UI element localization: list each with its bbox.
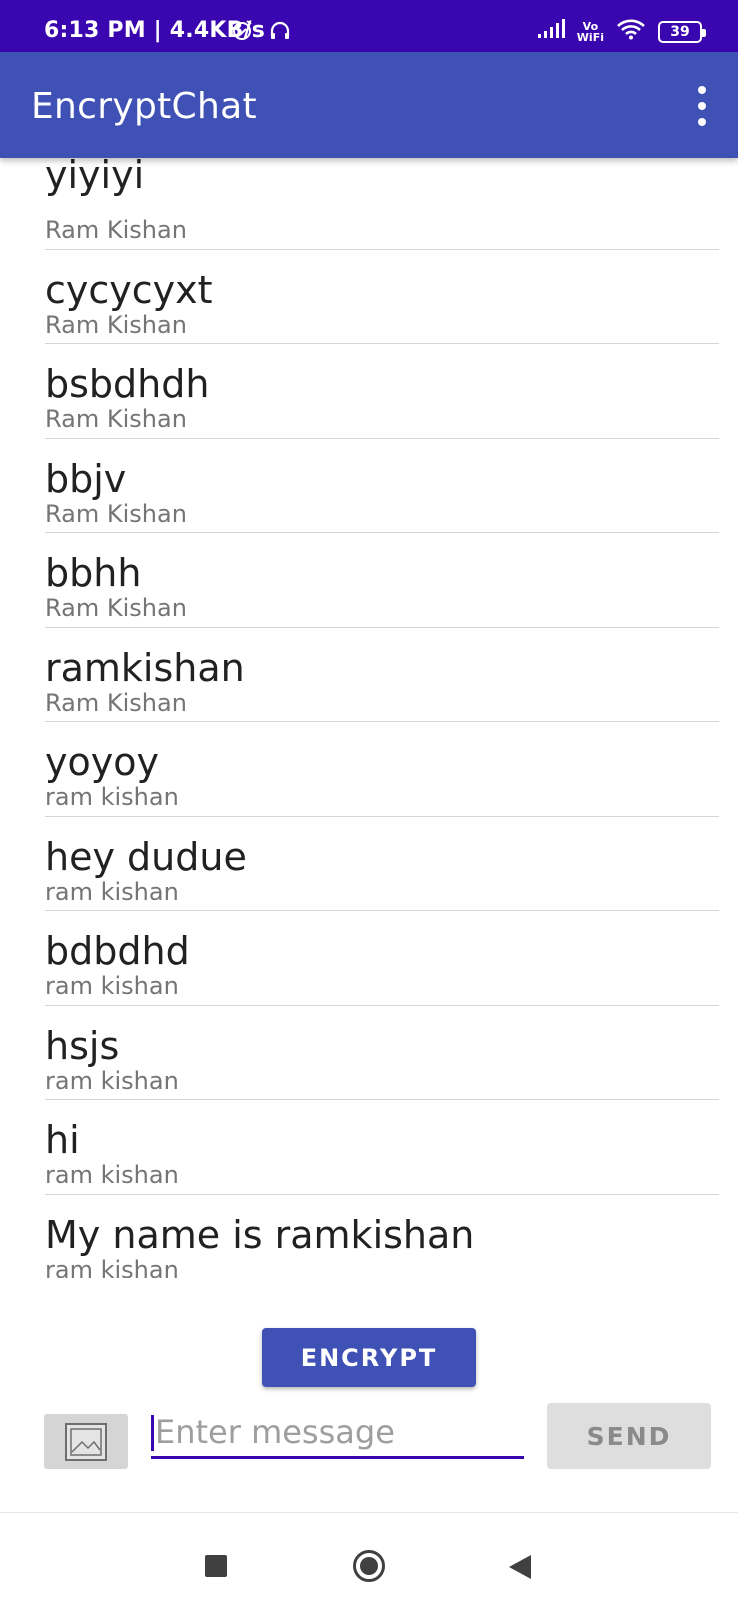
message-author: Ram Kishan [45, 594, 187, 622]
message-text: bbhh [45, 551, 142, 595]
battery-level: 39 [670, 23, 690, 40]
list-item[interactable]: yoyoy ram kishan [45, 722, 719, 817]
message-author: Ram Kishan [45, 688, 187, 717]
status-bar: 6:13 PM | 4.4KB/s Vo WiFi 39 [0, 0, 738, 52]
message-author: ram kishan [45, 1255, 179, 1279]
recents-icon[interactable] [205, 1555, 227, 1577]
headphones-icon [268, 18, 292, 47]
battery-icon: 39 [658, 20, 706, 43]
message-text: bdbdhd [45, 929, 190, 973]
message-text: yoyoy [45, 740, 159, 784]
app-title: EncryptChat [31, 86, 257, 127]
vowifi-bottom-label: WiFi [576, 30, 604, 44]
message-text: cycycyxt [45, 267, 213, 312]
status-left-icons [232, 19, 290, 45]
message-author: ram kishan [45, 1066, 179, 1095]
message-author: Ram Kishan [45, 216, 187, 244]
list-item[interactable]: bdbdhd ram kishan [45, 911, 719, 1006]
message-author: ram kishan [45, 877, 179, 906]
more-vert-icon[interactable] [694, 86, 710, 126]
message-author: ram kishan [45, 1161, 179, 1189]
list-item[interactable]: hsjs ram kishan [45, 1006, 719, 1100]
message-list[interactable]: yiyiyi Ram Kishan cycycyxt Ram Kishan bs… [0, 158, 738, 1278]
list-item[interactable]: bbjv Ram Kishan [45, 439, 719, 533]
back-icon[interactable] [509, 1555, 531, 1579]
list-item[interactable]: cycycyxt Ram Kishan [45, 250, 719, 344]
list-item[interactable]: yiyiyi Ram Kishan [45, 158, 719, 250]
message-author: ram kishan [45, 783, 179, 811]
message-input[interactable]: Enter message [151, 1403, 524, 1459]
message-text: yiyiyi [45, 158, 145, 197]
list-item[interactable]: My name is ramkishan ram kishan [45, 1195, 719, 1279]
message-text: My name is ramkishan [45, 1212, 475, 1257]
vowifi-icon: Vo WiFi [577, 21, 604, 43]
message-author: Ram Kishan [45, 499, 187, 528]
list-item[interactable]: hi ram kishan [45, 1100, 719, 1195]
message-author: ram kishan [45, 972, 179, 1000]
list-item[interactable]: bsbdhdh Ram Kishan [45, 344, 719, 439]
app-bar: EncryptChat [0, 52, 738, 158]
text-caret [151, 1415, 154, 1451]
list-item[interactable]: ramkishan Ram Kishan [45, 628, 719, 722]
system-nav-bar [0, 1513, 738, 1600]
message-author: Ram Kishan [45, 310, 187, 339]
message-text: hi [45, 1118, 80, 1162]
list-item[interactable]: hey dudue ram kishan [45, 817, 719, 911]
send-button[interactable]: SEND [547, 1403, 711, 1469]
signal-icon [537, 19, 565, 44]
message-input-placeholder: Enter message [155, 1413, 395, 1451]
encrypt-button[interactable]: ENCRYPT [262, 1328, 476, 1387]
home-icon[interactable] [353, 1550, 385, 1582]
message-text: hey dudue [45, 834, 247, 879]
message-text: bsbdhdh [45, 362, 210, 406]
alarm-icon [230, 18, 254, 47]
wifi-icon [616, 18, 646, 45]
status-right-icons: Vo WiFi 39 [537, 18, 706, 45]
message-text: ramkishan [45, 645, 245, 690]
message-text: hsjs [45, 1023, 120, 1068]
list-item[interactable]: bbhh Ram Kishan [45, 533, 719, 628]
image-icon[interactable] [44, 1414, 128, 1469]
message-text: bbjv [45, 456, 127, 501]
message-author: Ram Kishan [45, 405, 187, 433]
